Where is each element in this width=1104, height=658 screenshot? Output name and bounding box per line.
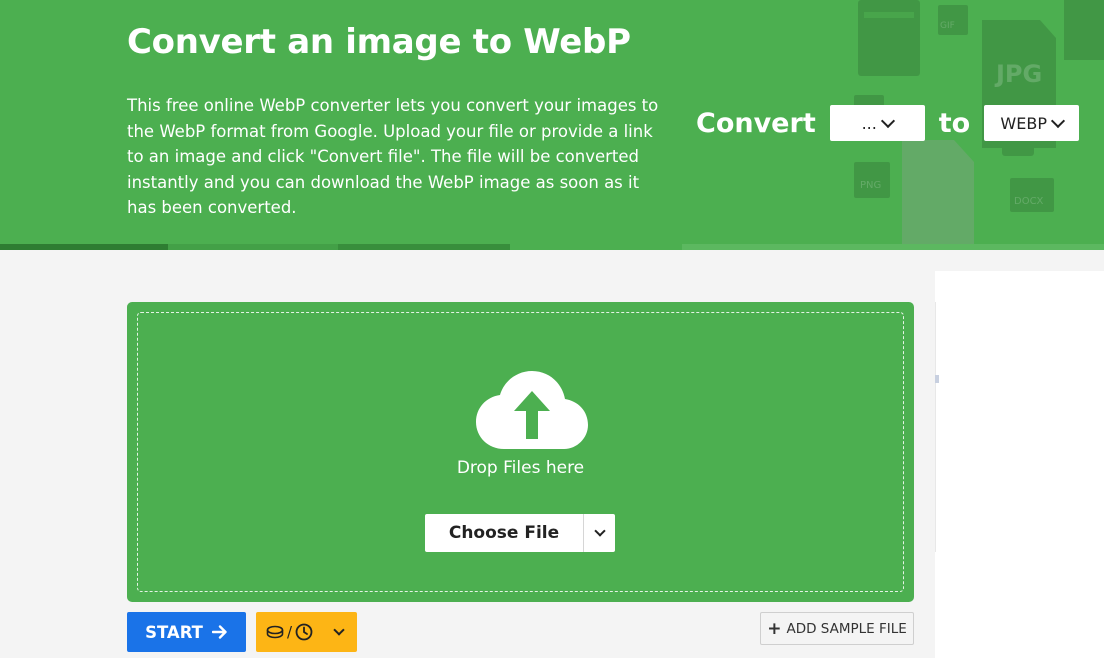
from-format-select[interactable]: ...: [829, 105, 925, 141]
hero-bottom-stripe: [0, 244, 1104, 250]
add-sample-file-button[interactable]: + ADD SAMPLE FILE: [760, 612, 914, 645]
coins-icon: [266, 625, 284, 639]
drop-files-label: Drop Files here: [456, 458, 585, 478]
chevron-down-icon: [593, 524, 606, 537]
svg-text:GIF: GIF: [940, 21, 955, 31]
chevron-down-icon: [333, 623, 345, 636]
to-format-value: WEBP: [1000, 113, 1047, 133]
ad-slot: [935, 271, 1104, 658]
file-dropzone[interactable]: Drop Files here Choose File: [127, 302, 914, 602]
page-description: This free online WebP converter lets you…: [127, 96, 659, 217]
chevron-down-icon: [880, 113, 895, 128]
ad-slot-border: [935, 302, 936, 552]
cloud-upload-icon: [476, 371, 588, 449]
page-title: Convert an image to WebP: [127, 22, 631, 62]
chevron-down-icon: [1050, 113, 1066, 128]
choose-file-group: Choose File: [425, 514, 615, 552]
to-format-select[interactable]: WEBP: [984, 105, 1080, 141]
hero-banner: JPG PNG GIF DOCX Convert an image to Web…: [0, 0, 1104, 250]
credits-options-button[interactable]: /: [256, 612, 357, 652]
convert-label: Convert: [696, 107, 816, 139]
options-separator: /: [287, 623, 293, 641]
plus-icon: +: [767, 618, 782, 639]
choose-file-button[interactable]: Choose File: [425, 514, 584, 552]
ad-marker: [935, 375, 939, 383]
svg-text:DOCX: DOCX: [1014, 196, 1044, 207]
format-selector-row: Convert ... to WEBP: [696, 104, 1080, 142]
svg-text:JPG: JPG: [994, 60, 1042, 88]
start-button[interactable]: START: [127, 612, 246, 652]
from-format-value: ...: [861, 113, 877, 133]
add-sample-label: ADD SAMPLE FILE: [786, 620, 907, 637]
start-label: START: [145, 622, 203, 642]
clock-icon: [295, 623, 313, 641]
svg-text:PNG: PNG: [860, 180, 881, 191]
email-icon: [858, 0, 920, 76]
dropzone-dashed-border: Drop Files here Choose File: [137, 312, 904, 592]
arrow-right-icon: [211, 625, 227, 639]
to-label: to: [938, 107, 971, 139]
choose-file-source-dropdown[interactable]: [584, 514, 615, 552]
